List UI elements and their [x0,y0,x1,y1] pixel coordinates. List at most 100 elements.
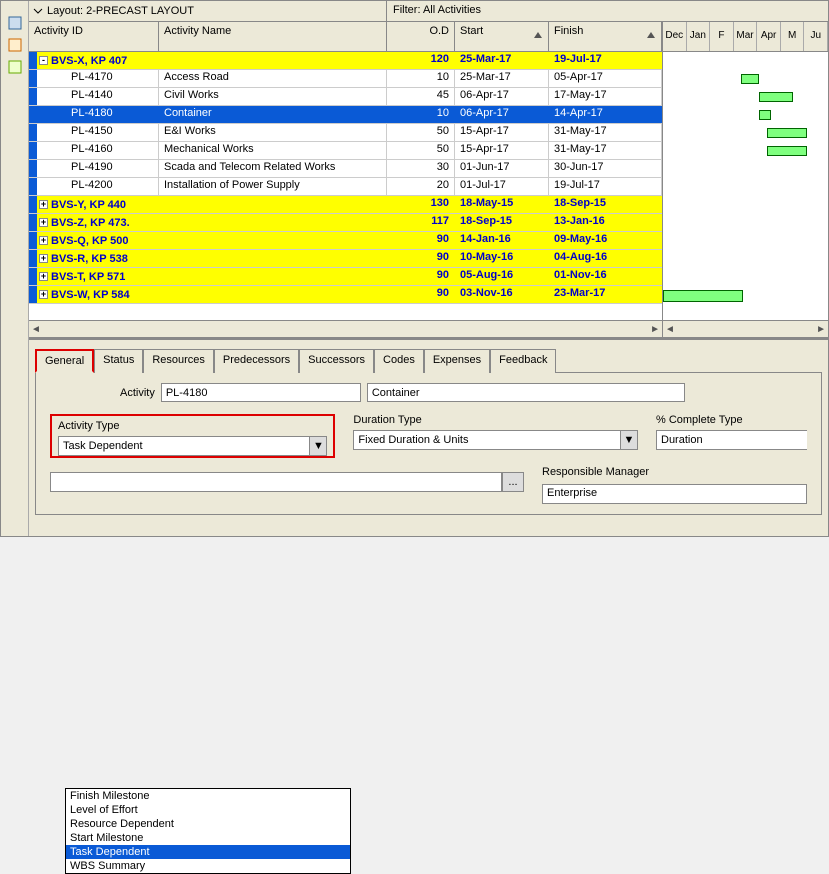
table-row[interactable]: + BVS-Z, KP 473.11718-Sep-1513-Jan-16 [29,214,662,232]
month-header: F [710,22,734,51]
header-od[interactable]: O.D [387,22,455,51]
grid-area: Activity ID Activity Name O.D Start Fini… [29,22,828,338]
layout-selector[interactable]: Layout: 2-PRECAST LAYOUT [29,1,387,21]
dropdown-button[interactable]: ▼ [620,430,638,450]
dropdown-option[interactable]: Level of Effort [66,803,350,817]
form-row: Activity Type ▼ Duration Type ▼ [50,414,807,458]
tab-predecessors[interactable]: Predecessors [214,349,299,373]
pct-complete-combo[interactable] [656,430,807,450]
gantt-summary-bar[interactable] [663,290,743,302]
dropdown-option[interactable]: Finish Milestone [66,789,350,803]
table-row[interactable]: PL-4170Access Road1025-Mar-1705-Apr-17 [29,70,662,88]
grid-rows: - BVS-X, KP 40712025-Mar-1719-Jul-17PL-4… [29,52,662,320]
gantt-body[interactable] [663,52,828,320]
gantt-bar[interactable] [759,110,771,120]
chevron-down-icon [33,6,43,16]
layout-bar: Layout: 2-PRECAST LAYOUT Filter: All Act… [29,1,828,22]
activity-label: Activity [120,387,155,399]
gantt-scrollbar[interactable]: ◄► [663,320,828,337]
tool-icon[interactable] [7,59,23,75]
dropdown-option[interactable]: Task Dependent [66,845,350,859]
duration-type-combo[interactable]: ▼ [353,430,638,450]
month-header: Jan [687,22,711,51]
duration-type-group: Duration Type ▼ [353,414,638,458]
table-row[interactable]: PL-4180Container1006-Apr-1714-Apr-17 [29,106,662,124]
resp-manager-field[interactable]: Enterprise [542,484,807,504]
gantt-bar[interactable] [767,128,807,138]
table-row[interactable]: PL-4160Mechanical Works5015-Apr-1731-May… [29,142,662,160]
duration-type-input[interactable] [353,430,620,450]
gantt-timescale: DecJanFMarAprMJu [663,22,828,52]
expander-icon[interactable]: + [39,272,48,281]
left-toolbar [1,1,29,536]
tab-resources[interactable]: Resources [143,349,214,373]
expander-icon[interactable]: + [39,218,48,227]
tab-codes[interactable]: Codes [374,349,424,373]
tool-icon[interactable] [7,37,23,53]
browse-button[interactable]: ... [502,472,524,492]
month-header: Apr [757,22,781,51]
details-tabs: GeneralStatusResourcesPredecessorsSucces… [35,348,822,372]
activity-type-group: Activity Type ▼ [50,414,335,458]
gantt-bar[interactable] [759,92,793,102]
table-row[interactable]: PL-4150E&I Works5015-Apr-1731-May-17 [29,124,662,142]
filter-label[interactable]: Filter: All Activities [387,1,828,21]
activity-type-input[interactable] [58,436,309,456]
month-header: M [781,22,805,51]
table-row[interactable]: + BVS-T, KP 5719005-Aug-1601-Nov-16 [29,268,662,286]
expander-icon[interactable]: + [39,254,48,263]
table-row[interactable]: + BVS-W, KP 5849003-Nov-1623-Mar-17 [29,286,662,304]
table-row[interactable]: + BVS-Y, KP 44013018-May-1518-Sep-15 [29,196,662,214]
tab-feedback[interactable]: Feedback [490,349,556,373]
month-header: Mar [734,22,758,51]
activity-type-label: Activity Type [58,420,327,432]
table-row[interactable]: - BVS-X, KP 40712025-Mar-1719-Jul-17 [29,52,662,70]
activity-name-field[interactable] [367,383,685,402]
horizontal-scrollbar[interactable]: ◄► [29,320,662,337]
tab-expenses[interactable]: Expenses [424,349,490,373]
expander-icon[interactable]: - [39,56,48,65]
details-pane: ▲▼ GeneralStatusResourcesPredecessorsSuc… [29,338,828,536]
duration-type-label: Duration Type [353,414,638,426]
dropdown-option[interactable]: Start Milestone [66,831,350,845]
form-row-2: ... Responsible Manager Enterprise [50,466,807,504]
gantt-bar[interactable] [741,74,759,84]
header-activity-id[interactable]: Activity ID [29,22,159,51]
header-finish[interactable]: Finish [549,22,662,51]
tab-successors[interactable]: Successors [299,349,374,373]
table-row[interactable]: + BVS-Q, KP 5009014-Jan-1609-May-16 [29,232,662,250]
header-activity-name[interactable]: Activity Name [159,22,387,51]
resp-manager-label: Responsible Manager [542,466,807,478]
app-window: Layout: 2-PRECAST LAYOUT Filter: All Act… [0,0,829,537]
activity-row: Activity [120,383,807,402]
table-row[interactable]: + BVS-R, KP 5389010-May-1604-Aug-16 [29,250,662,268]
expander-icon[interactable]: + [39,290,48,299]
expander-icon[interactable]: + [39,200,48,209]
tab-status[interactable]: Status [94,349,143,373]
activity-type-combo[interactable]: ▼ [58,436,327,456]
header-start[interactable]: Start [455,22,549,51]
wbs-group: ... [50,466,524,504]
activity-type-dropdown[interactable]: Finish MilestoneLevel of EffortResource … [65,788,351,874]
table-row[interactable]: PL-4190Scada and Telecom Related Works30… [29,160,662,178]
table-row[interactable]: PL-4140Civil Works4506-Apr-1717-May-17 [29,88,662,106]
month-header: Dec [663,22,687,51]
activity-id-field[interactable] [161,383,361,402]
pct-complete-label: % Complete Type [656,414,807,426]
wbs-field[interactable] [50,472,502,492]
expander-icon[interactable]: + [39,236,48,245]
dropdown-option[interactable]: Resource Dependent [66,817,350,831]
gantt-bar[interactable] [767,146,807,156]
layout-label: Layout: 2-PRECAST LAYOUT [47,5,194,17]
month-header: Ju [804,22,828,51]
dropdown-option[interactable]: WBS Summary [66,859,350,873]
activity-grid: Activity ID Activity Name O.D Start Fini… [29,22,663,337]
pct-complete-input[interactable] [656,430,807,450]
table-row[interactable]: PL-4200Installation of Power Supply2001-… [29,178,662,196]
tab-general[interactable]: General [35,349,94,373]
pct-complete-group: % Complete Type [656,414,807,458]
tool-icon[interactable] [7,15,23,31]
dropdown-button[interactable]: ▼ [309,436,327,456]
grid-headers: Activity ID Activity Name O.D Start Fini… [29,22,662,52]
tab-general: Activity Activity Type ▼ Duration Type [35,372,822,515]
